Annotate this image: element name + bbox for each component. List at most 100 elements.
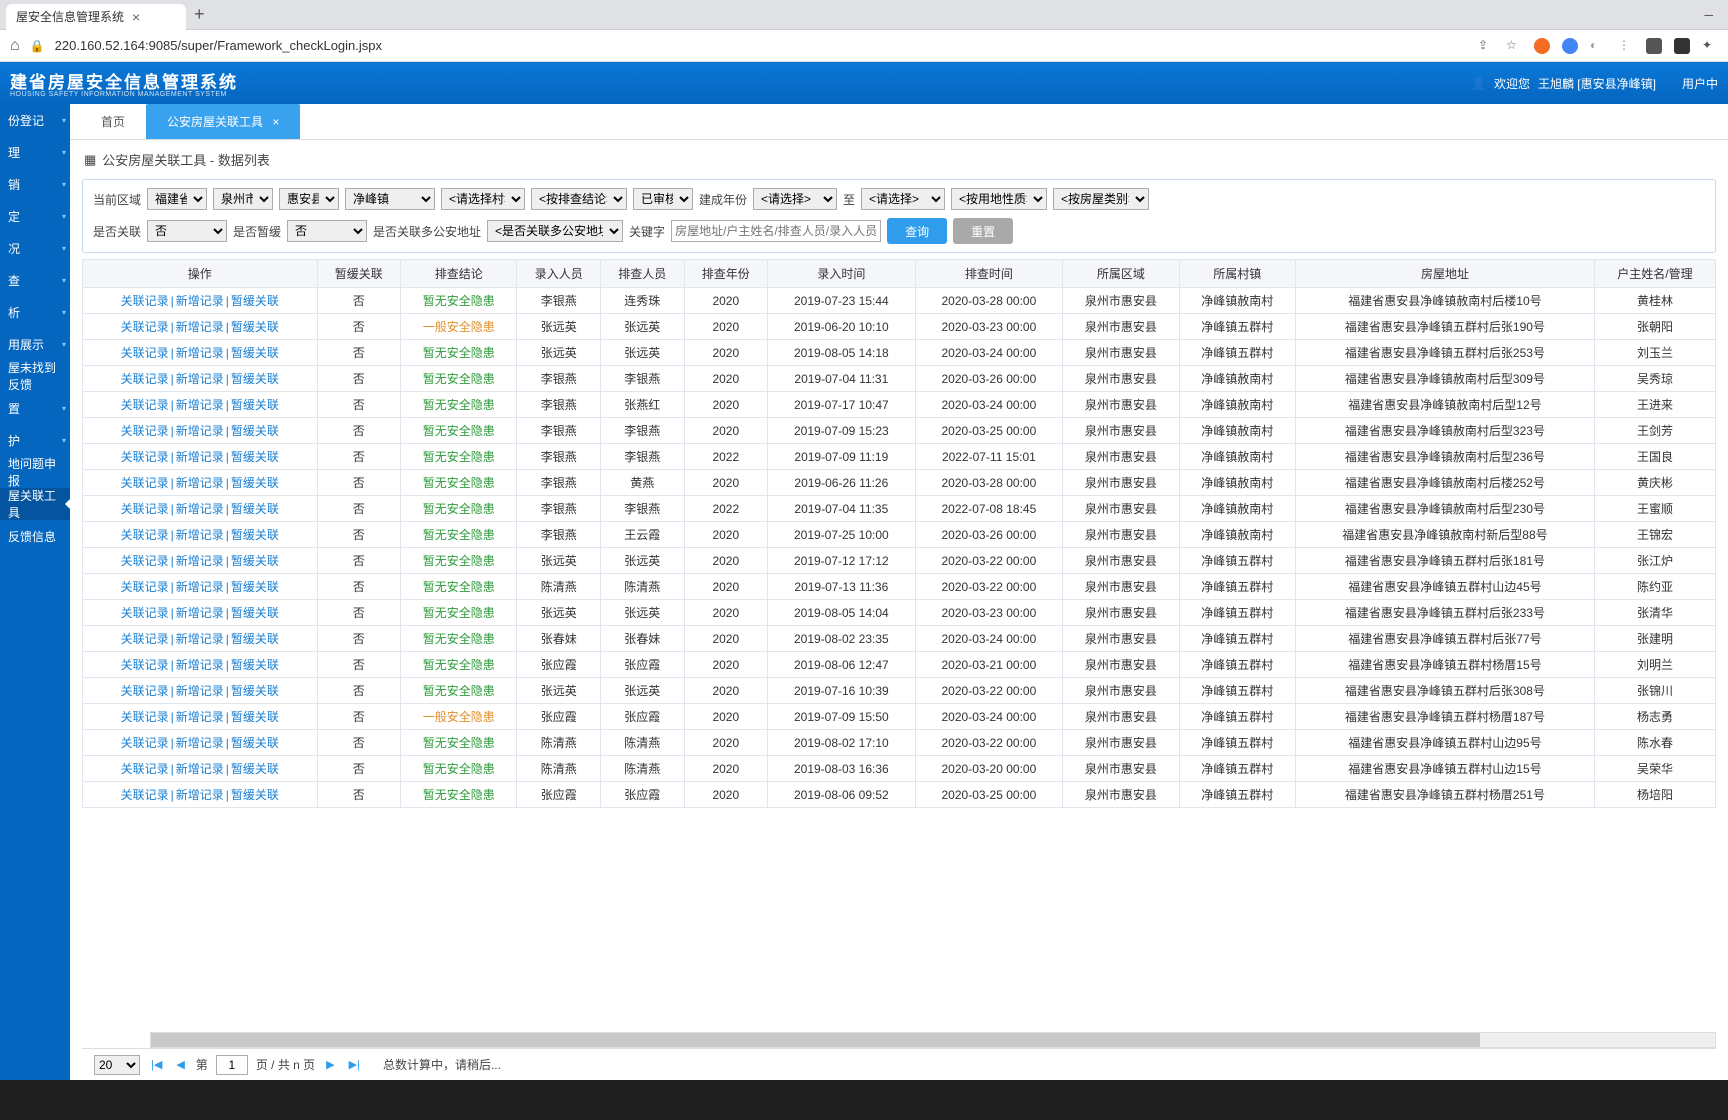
user-center-link[interactable]: 用户中 bbox=[1682, 75, 1718, 92]
extension-icon[interactable]: ◐ bbox=[1590, 38, 1606, 54]
link-record-link[interactable]: 关联记录 bbox=[121, 424, 169, 438]
sidebar-item[interactable]: 反馈信息 bbox=[0, 520, 70, 552]
year-to-select[interactable]: <请选择> bbox=[861, 188, 945, 210]
pause-link-link[interactable]: 暂缓关联 bbox=[231, 606, 279, 620]
close-icon[interactable]: × bbox=[272, 115, 279, 129]
village-select[interactable]: <请选择村> bbox=[441, 188, 525, 210]
pause-link-link[interactable]: 暂缓关联 bbox=[231, 554, 279, 568]
link-record-link[interactable]: 关联记录 bbox=[121, 632, 169, 646]
pause-link-link[interactable]: 暂缓关联 bbox=[231, 398, 279, 412]
temp-select[interactable]: 否 bbox=[287, 220, 367, 242]
link-record-link[interactable]: 关联记录 bbox=[121, 320, 169, 334]
year-from-select[interactable]: <请选择> bbox=[753, 188, 837, 210]
add-record-link[interactable]: 新增记录 bbox=[176, 762, 224, 776]
add-record-link[interactable]: 新增记录 bbox=[176, 346, 224, 360]
url-text[interactable]: 220.160.52.164:9085/super/Framework_chec… bbox=[55, 38, 382, 53]
sidebar-item[interactable]: 份登记▾ bbox=[0, 104, 70, 136]
pause-link-link[interactable]: 暂缓关联 bbox=[231, 320, 279, 334]
close-icon[interactable]: × bbox=[132, 9, 140, 25]
new-tab-button[interactable]: + bbox=[194, 4, 205, 25]
pause-link-link[interactable]: 暂缓关联 bbox=[231, 710, 279, 724]
tab-home[interactable]: 首页 bbox=[80, 104, 146, 139]
add-record-link[interactable]: 新增记录 bbox=[176, 502, 224, 516]
link-record-link[interactable]: 关联记录 bbox=[121, 684, 169, 698]
add-record-link[interactable]: 新增记录 bbox=[176, 320, 224, 334]
link-record-link[interactable]: 关联记录 bbox=[121, 528, 169, 542]
sidebar-item[interactable]: 析▾ bbox=[0, 296, 70, 328]
keyword-input[interactable] bbox=[671, 220, 881, 242]
pagesize-select[interactable]: 20 bbox=[94, 1055, 140, 1075]
link-record-link[interactable]: 关联记录 bbox=[121, 398, 169, 412]
add-record-link[interactable]: 新增记录 bbox=[176, 528, 224, 542]
add-record-link[interactable]: 新增记录 bbox=[176, 450, 224, 464]
extension-icon[interactable] bbox=[1646, 38, 1662, 54]
link-record-link[interactable]: 关联记录 bbox=[121, 762, 169, 776]
sidebar-item[interactable]: 定▾ bbox=[0, 200, 70, 232]
add-record-link[interactable]: 新增记录 bbox=[176, 736, 224, 750]
link-record-link[interactable]: 关联记录 bbox=[121, 372, 169, 386]
sidebar-item[interactable]: 查▾ bbox=[0, 264, 70, 296]
pause-link-link[interactable]: 暂缓关联 bbox=[231, 346, 279, 360]
pause-link-link[interactable]: 暂缓关联 bbox=[231, 736, 279, 750]
horizontal-scrollbar[interactable] bbox=[150, 1032, 1716, 1048]
first-page-icon[interactable]: |◀ bbox=[148, 1058, 165, 1071]
pause-link-link[interactable]: 暂缓关联 bbox=[231, 528, 279, 542]
pause-link-link[interactable]: 暂缓关联 bbox=[231, 502, 279, 516]
pause-link-link[interactable]: 暂缓关联 bbox=[231, 450, 279, 464]
link-record-link[interactable]: 关联记录 bbox=[121, 710, 169, 724]
add-record-link[interactable]: 新增记录 bbox=[176, 294, 224, 308]
conclusion-select[interactable]: <按排查结论> bbox=[531, 188, 627, 210]
add-record-link[interactable]: 新增记录 bbox=[176, 684, 224, 698]
link-record-link[interactable]: 关联记录 bbox=[121, 450, 169, 464]
linked-select[interactable]: 否 bbox=[147, 220, 227, 242]
add-record-link[interactable]: 新增记录 bbox=[176, 606, 224, 620]
pause-link-link[interactable]: 暂缓关联 bbox=[231, 372, 279, 386]
browser-tab[interactable]: 屋安全信息管理系统 × bbox=[6, 4, 186, 30]
sidebar-item[interactable]: 销▾ bbox=[0, 168, 70, 200]
next-page-icon[interactable]: ▶ bbox=[323, 1058, 337, 1071]
sidebar-item[interactable]: 置▾ bbox=[0, 392, 70, 424]
prev-page-icon[interactable]: ◀ bbox=[173, 1058, 187, 1071]
link-record-link[interactable]: 关联记录 bbox=[121, 788, 169, 802]
add-record-link[interactable]: 新增记录 bbox=[176, 788, 224, 802]
pause-link-link[interactable]: 暂缓关联 bbox=[231, 684, 279, 698]
city-select[interactable]: 泉州市 bbox=[213, 188, 273, 210]
link-record-link[interactable]: 关联记录 bbox=[121, 658, 169, 672]
puzzle-icon[interactable]: ✦ bbox=[1702, 38, 1718, 54]
add-record-link[interactable]: 新增记录 bbox=[176, 476, 224, 490]
link-record-link[interactable]: 关联记录 bbox=[121, 346, 169, 360]
sidebar-item[interactable]: 屋关联工具 bbox=[0, 488, 70, 520]
add-record-link[interactable]: 新增记录 bbox=[176, 398, 224, 412]
home-icon[interactable]: ⌂ bbox=[10, 37, 20, 55]
link-record-link[interactable]: 关联记录 bbox=[121, 736, 169, 750]
link-record-link[interactable]: 关联记录 bbox=[121, 580, 169, 594]
add-record-link[interactable]: 新增记录 bbox=[176, 424, 224, 438]
extension-icon[interactable] bbox=[1562, 38, 1578, 54]
last-page-icon[interactable]: ▶| bbox=[346, 1058, 363, 1071]
link-record-link[interactable]: 关联记录 bbox=[121, 294, 169, 308]
sidebar-item[interactable]: 护▾ bbox=[0, 424, 70, 456]
reset-button[interactable]: 重置 bbox=[953, 218, 1013, 244]
pause-link-link[interactable]: 暂缓关联 bbox=[231, 658, 279, 672]
sidebar-item[interactable]: 用展示▾ bbox=[0, 328, 70, 360]
house-type-select[interactable]: <按房屋类别> bbox=[1053, 188, 1149, 210]
add-record-link[interactable]: 新增记录 bbox=[176, 710, 224, 724]
province-select[interactable]: 福建省 bbox=[147, 188, 207, 210]
sidebar-item[interactable]: 地问题申报 bbox=[0, 456, 70, 488]
add-record-link[interactable]: 新增记录 bbox=[176, 372, 224, 386]
extension-icon[interactable] bbox=[1674, 38, 1690, 54]
share-icon[interactable]: ⇪ bbox=[1478, 38, 1494, 54]
add-record-link[interactable]: 新增记录 bbox=[176, 580, 224, 594]
add-record-link[interactable]: 新增记录 bbox=[176, 658, 224, 672]
sidebar-item[interactable]: 屋未找到反馈 bbox=[0, 360, 70, 392]
star-icon[interactable]: ☆ bbox=[1506, 38, 1522, 54]
pause-link-link[interactable]: 暂缓关联 bbox=[231, 580, 279, 594]
pause-link-link[interactable]: 暂缓关联 bbox=[231, 762, 279, 776]
sidebar-item[interactable]: 况▾ bbox=[0, 232, 70, 264]
pause-link-link[interactable]: 暂缓关联 bbox=[231, 476, 279, 490]
add-record-link[interactable]: 新增记录 bbox=[176, 554, 224, 568]
multi-addr-select[interactable]: <是否关联多公安地址> bbox=[487, 220, 623, 242]
minimize-icon[interactable]: ─ bbox=[1704, 8, 1713, 22]
pause-link-link[interactable]: 暂缓关联 bbox=[231, 294, 279, 308]
sidebar-item[interactable]: 理▾ bbox=[0, 136, 70, 168]
